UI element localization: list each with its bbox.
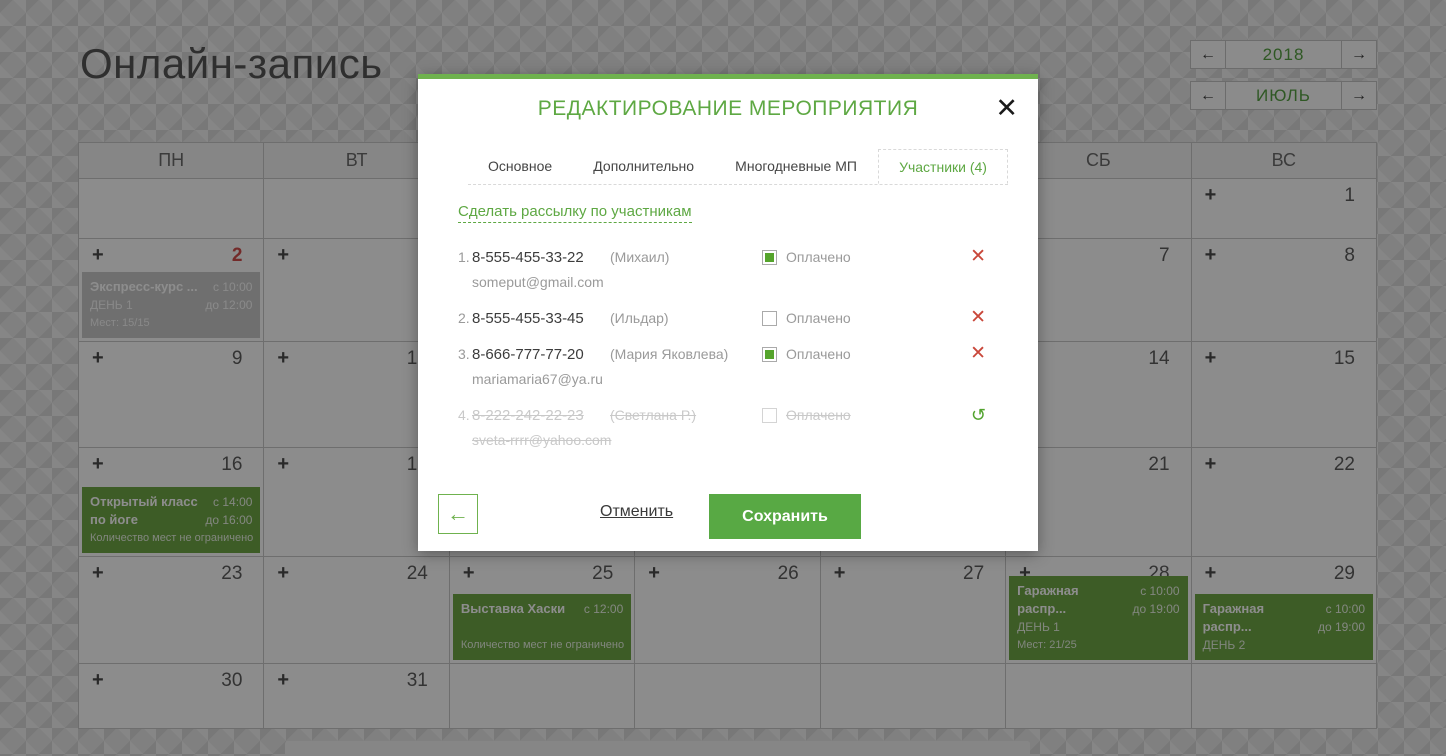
participant-row: 2. 8-555-455-33-45 (Ильдар) Оплачено ✕ (458, 307, 1038, 330)
participant-row: 4. 8-222-242-22-23 (Светлана Р.) sveta-r… (458, 404, 1038, 452)
participant-row: 1. 8-555-455-33-22 (Михаил) someput@gmai… (458, 246, 1038, 294)
restore-participant-icon[interactable]: ↺ (971, 404, 986, 426)
paid-checkbox[interactable] (762, 311, 777, 326)
participant-row: 3. 8-666-777-77-20 (Мария Яковлева) mari… (458, 343, 1038, 391)
paid-checkbox[interactable] (762, 250, 777, 265)
cancel-button[interactable]: Отменить (600, 503, 673, 521)
paid-label: Оплачено (786, 343, 851, 366)
participant-phone: 8-555-455-33-45 (472, 307, 610, 330)
participants-list: 1. 8-555-455-33-22 (Михаил) someput@gmai… (458, 246, 1038, 465)
tab-additional[interactable]: Дополнительно (573, 149, 714, 184)
participant-phone: 8-666-777-77-20 (472, 343, 610, 366)
paid-label: Оплачено (786, 246, 851, 269)
close-icon[interactable]: ✕ (995, 93, 1018, 123)
delete-participant-icon[interactable]: ✕ (970, 343, 986, 365)
participant-email: sveta-rrrr@yahoo.com (472, 429, 762, 452)
participant-number: 3. (458, 343, 472, 366)
tab-main[interactable]: Основное (468, 149, 572, 184)
paid-label: Оплачено (786, 307, 851, 330)
participant-number: 4. (458, 404, 472, 427)
participant-name: (Ильдар) (610, 307, 669, 330)
paid-checkbox[interactable] (762, 408, 777, 423)
participant-name: (Мария Яковлева) (610, 343, 728, 366)
participant-email: someput@gmail.com (472, 271, 762, 294)
participant-email: mariamaria67@ya.ru (472, 368, 762, 391)
broadcast-to-participants-link[interactable]: Сделать рассылку по участникам (458, 203, 692, 223)
paid-label: Оплачено (786, 404, 851, 427)
participant-name: (Светлана Р.) (610, 404, 696, 427)
participant-number: 1. (458, 246, 472, 269)
paid-checkbox[interactable] (762, 347, 777, 362)
modal-title: РЕДАКТИРОВАНИЕ МЕРОПРИЯТИЯ (418, 97, 1038, 121)
participant-phone: 8-222-242-22-23 (472, 404, 610, 427)
participant-phone: 8-555-455-33-22 (472, 246, 610, 269)
delete-participant-icon[interactable]: ✕ (970, 246, 986, 268)
modal-tabs: Основное Дополнительно Многодневные МП У… (468, 149, 1008, 185)
checkbox-fill (765, 253, 774, 262)
participant-number: 2. (458, 307, 472, 330)
save-button[interactable]: Сохранить (709, 494, 861, 539)
checkbox-fill (765, 350, 774, 359)
delete-participant-icon[interactable]: ✕ (970, 307, 986, 329)
arrow-left-icon: ← (447, 501, 469, 527)
tab-multiday[interactable]: Многодневные МП (715, 149, 877, 184)
back-button[interactable]: ← (438, 494, 478, 534)
tab-participants[interactable]: Участники (4) (878, 149, 1008, 184)
participant-name: (Михаил) (610, 246, 669, 269)
edit-event-modal: РЕДАКТИРОВАНИЕ МЕРОПРИЯТИЯ ✕ Основное До… (418, 74, 1038, 551)
